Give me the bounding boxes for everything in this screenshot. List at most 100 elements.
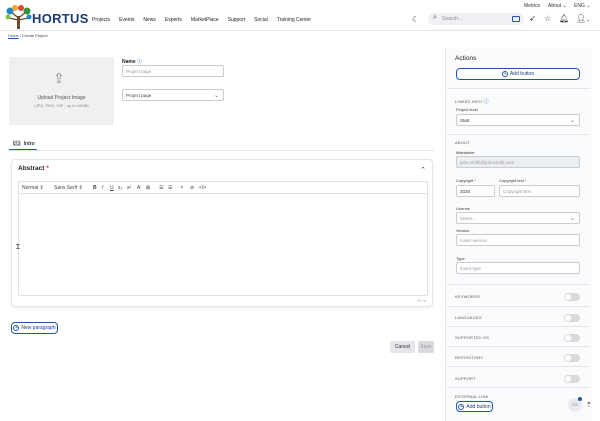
star-icon[interactable]: ☆ (544, 14, 551, 23)
supported-os-title: SUPPORTED OS (455, 335, 490, 340)
brand-name: HORTUS (32, 11, 89, 26)
chevron-down-icon: ⌄ (562, 3, 567, 9)
copyright-label: Copyright * (456, 178, 476, 183)
chevron-down-icon: ⌄ (569, 118, 575, 124)
language-label: ENG (574, 3, 585, 9)
license-value: Select... (460, 216, 477, 221)
plus-icon: + (458, 403, 465, 410)
project-level-label: Project level (456, 107, 478, 112)
support-toggle[interactable] (564, 375, 580, 383)
search-bar[interactable]: ⌕ Search... (428, 13, 524, 25)
license-label: License (456, 206, 470, 211)
text-color-icon[interactable]: A (137, 185, 140, 191)
font-select[interactable]: Sans Serif ⇕ (54, 185, 83, 191)
user-icon: 👤︎ (576, 14, 587, 23)
project-type-select[interactable]: Project page ⌄ (122, 89, 224, 101)
chevron-down-icon: ⌄ (586, 17, 591, 23)
external-link-title: EXTERNAL LINK (455, 394, 489, 399)
nav-events[interactable]: Events (119, 17, 134, 23)
copyright-input[interactable]: 2026 (456, 185, 495, 197)
sidebar-divider (447, 88, 590, 89)
sidebar-divider (447, 366, 590, 367)
new-paragraph-label: New paragraph (21, 325, 56, 331)
languages-toggle[interactable] (564, 314, 580, 322)
version-label: Version (456, 228, 470, 233)
ordered-list-icon[interactable]: ☰ (159, 185, 163, 191)
char-counter: 0 / ∞ (417, 298, 426, 303)
info-icon: ⓘ (483, 99, 489, 105)
language-menu[interactable]: ENG ⌄ (574, 3, 590, 9)
chevron-up-icon[interactable]: ⌃ (420, 166, 426, 174)
bullet-list-icon[interactable]: ☰ (168, 185, 172, 191)
external-link-add-button-label: Add button (466, 403, 491, 410)
name-label: Name ⓘ (122, 59, 143, 65)
nav-projects[interactable]: Projects (92, 17, 110, 23)
chat-widget[interactable]: ▭ (568, 397, 582, 412)
upload-hint: (JPG, PNG, GIF - up to 10MB) (34, 103, 89, 108)
license-select[interactable]: Select... ⌄ (456, 212, 580, 224)
keyboard-icon[interactable] (512, 16, 520, 22)
actions-add-button[interactable]: + Add button (456, 68, 580, 80)
send-icon[interactable]: ➶ (529, 14, 536, 23)
align-icon[interactable]: ⊧ (181, 185, 184, 191)
link-icon[interactable]: ⊘ (190, 185, 194, 191)
keywords-toggle[interactable] (564, 293, 580, 301)
header-divider (0, 30, 600, 31)
bold-icon[interactable]: B (93, 185, 97, 191)
project-type-value: Project page (126, 93, 152, 98)
supported-os-toggle[interactable] (564, 334, 580, 342)
about-title: ABOUT (455, 140, 470, 145)
user-menu[interactable]: 👤︎⌄ (576, 14, 590, 23)
project-level-select[interactable]: Start ⌄ (456, 114, 580, 126)
nav-social[interactable]: Social (254, 17, 268, 23)
search-input[interactable]: Search... (442, 16, 462, 22)
chevron-down-icon: ⌄ (586, 3, 591, 9)
upload-title: Upload Project Image (37, 95, 86, 101)
clear-format-icon[interactable]: ⊠ (146, 185, 150, 191)
breadcrumb-home[interactable]: Home (8, 33, 19, 38)
abstract-editor[interactable] (18, 181, 428, 296)
nav-support[interactable]: Support (228, 17, 246, 23)
nav-marketplace[interactable]: MarketPlace (191, 17, 219, 23)
cancel-button[interactable]: Cancel (390, 341, 415, 353)
style-select[interactable]: Normal ⇕ (22, 185, 44, 191)
scroll-up-icon[interactable]: ⇡ (586, 401, 592, 409)
superscript-icon[interactable]: x² (127, 185, 131, 191)
nav-experts[interactable]: Experts (165, 17, 182, 23)
copyright-text-input[interactable]: Copyright text (499, 185, 580, 197)
code-icon[interactable]: </> (199, 185, 206, 191)
version-input[interactable]: Insert version (456, 234, 580, 246)
logo[interactable] (5, 4, 32, 30)
underline-icon[interactable]: U (110, 185, 114, 191)
text-cursor-icon: Ɪ (16, 244, 20, 251)
linked-info-title: LINKED INFO ⓘ (455, 99, 489, 105)
maintainer-input[interactable]: john.smith@johnsmith.com (456, 156, 580, 168)
italic-icon[interactable]: I (102, 185, 103, 191)
sidebar-divider (447, 306, 590, 307)
nav-training-center[interactable]: Training Center (277, 17, 311, 23)
chevron-down-icon: ⌄ (569, 216, 575, 222)
sidebar-divider (447, 346, 590, 347)
repository-toggle[interactable] (564, 354, 580, 362)
save-button[interactable]: Save (418, 341, 434, 353)
name-input[interactable]: Project page (122, 65, 224, 77)
abstract-title: Abstract * (18, 165, 49, 172)
type-input[interactable]: Insert type (456, 262, 580, 274)
subscript-icon[interactable]: x₂ (118, 185, 122, 191)
notification-dot (578, 397, 582, 401)
tab-intro[interactable]: 📖︎ Intro (13, 140, 35, 148)
new-paragraph-button[interactable]: + New paragraph (11, 322, 58, 334)
tab-intro-label: Intro (23, 140, 35, 147)
metrics-link[interactable]: Metrics (524, 3, 540, 9)
nav-news[interactable]: News (143, 17, 156, 23)
tree-logo-icon (5, 5, 32, 29)
external-link-add-button[interactable]: + Add button (456, 401, 493, 412)
upload-image-area[interactable]: ⇪ Upload Project Image (JPG, PNG, GIF - … (9, 57, 114, 125)
bell-icon[interactable]: 🔔︎ (559, 14, 569, 23)
about-menu[interactable]: About ⌄ (548, 3, 567, 9)
languages-title: LANGUAGES (455, 315, 482, 320)
plus-icon: + (501, 71, 508, 77)
moon-icon[interactable]: ☾ (412, 15, 419, 24)
support-title: SUPPORT (455, 376, 476, 381)
type-label: Type (456, 256, 465, 261)
